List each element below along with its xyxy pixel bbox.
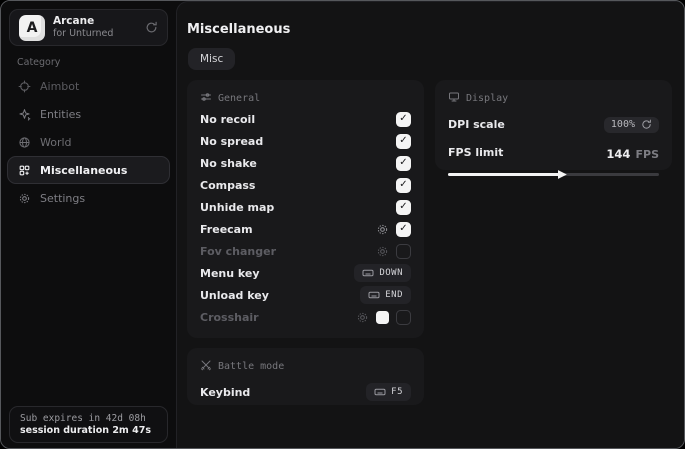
general-card-header: General <box>200 91 411 106</box>
setting-label: Keybind <box>200 386 250 399</box>
menu-keybind-button[interactable]: DOWN <box>354 264 411 282</box>
unload-keybind-button[interactable]: END <box>360 286 411 304</box>
crosshair-icon <box>18 80 31 93</box>
dpi-scale-button[interactable]: 100% <box>604 117 659 133</box>
setting-label: Crosshair <box>200 311 259 324</box>
crosshair-color-swatch[interactable] <box>376 311 389 324</box>
unhide-map-checkbox[interactable] <box>396 200 411 215</box>
app-window: A Arcane for Unturned Category <box>0 0 685 449</box>
freecam-checkbox[interactable] <box>396 222 411 237</box>
setting-row-fov-changer: Fov changer <box>200 240 411 262</box>
fov-changer-checkbox[interactable] <box>396 244 411 259</box>
fps-limit-slider[interactable] <box>448 170 659 179</box>
grid-icon <box>18 164 31 177</box>
general-card: General No recoil No spread No shake Com… <box>187 80 424 338</box>
subscription-status-card: Sub expires in 42d 08h session duration … <box>9 406 168 443</box>
sidebar-item-label: World <box>40 136 72 149</box>
sidebar-item-world[interactable]: World <box>7 128 170 156</box>
setting-label: Menu key <box>200 267 260 280</box>
slider-thumb[interactable] <box>558 170 567 179</box>
tab-misc[interactable]: Misc <box>188 48 235 70</box>
keybind-value: F5 <box>391 387 403 397</box>
fov-changer-settings-gear-icon[interactable] <box>376 245 389 258</box>
sidebar-item-miscellaneous[interactable]: Miscellaneous <box>7 156 170 184</box>
app-title: Arcane <box>53 15 113 28</box>
setting-row-compass: Compass <box>200 174 411 196</box>
setting-label: No shake <box>200 157 257 170</box>
app-subtitle: for Unturned <box>53 28 113 40</box>
battle-mode-card: Battle mode Keybind F5 <box>187 348 424 405</box>
setting-label: No spread <box>200 135 263 148</box>
setting-row-freecam: Freecam <box>200 218 411 240</box>
battle-mode-card-header: Battle mode <box>200 359 411 374</box>
general-card-title: General <box>218 93 260 104</box>
setting-row-no-spread: No spread <box>200 130 411 152</box>
setting-label: Compass <box>200 179 255 192</box>
globe-icon <box>18 136 31 149</box>
sidebar: A Arcane for Unturned Category <box>1 1 176 448</box>
sidebar-item-entities[interactable]: Entities <box>7 100 170 128</box>
sidebar-item-aimbot[interactable]: Aimbot <box>7 72 170 100</box>
battle-mode-card-title: Battle mode <box>218 361 284 372</box>
setting-row-keybind: Keybind F5 <box>200 383 411 401</box>
battle-keybind-button[interactable]: F5 <box>366 383 411 401</box>
gear-icon <box>18 192 31 205</box>
monitor-icon <box>448 91 460 106</box>
refresh-icon <box>641 119 652 130</box>
app-logo: A <box>19 15 45 41</box>
setting-label: Fov changer <box>200 245 276 258</box>
slider-fill <box>448 173 560 176</box>
category-nav: Aimbot Entities World <box>7 72 170 212</box>
setting-label: Freecam <box>200 223 253 236</box>
sidebar-item-label: Aimbot <box>40 80 79 93</box>
keyboard-icon <box>374 386 386 398</box>
keyboard-icon <box>362 267 374 279</box>
crosshair-checkbox[interactable] <box>396 310 411 325</box>
sub-expiry-text: Sub expires in 42d 08h <box>20 413 157 424</box>
fps-limit-value: 144 <box>606 147 630 161</box>
logo-card: A Arcane for Unturned <box>9 9 168 46</box>
no-recoil-checkbox[interactable] <box>396 112 411 127</box>
setting-row-dpi-scale: DPI scale 100% <box>448 115 659 134</box>
setting-row-no-shake: No shake <box>200 152 411 174</box>
display-card-title: Display <box>466 93 508 104</box>
setting-row-unload-key: Unload key END <box>200 284 411 306</box>
keybind-value: DOWN <box>379 268 403 278</box>
setting-label: No recoil <box>200 113 255 126</box>
setting-row-fps-limit: FPS limit 144 FPS <box>448 143 659 162</box>
category-label: Category <box>17 57 60 68</box>
sidebar-item-label: Entities <box>40 108 81 121</box>
session-duration-text: session duration 2m 47s <box>20 425 157 436</box>
main-panel: Miscellaneous Misc General No recoil <box>176 1 684 448</box>
display-card: Display DPI scale 100% FPS limit 144 FPS <box>435 80 672 170</box>
compass-checkbox[interactable] <box>396 178 411 193</box>
sparkle-icon <box>18 108 31 121</box>
setting-label: DPI scale <box>448 118 505 131</box>
swords-icon <box>200 359 212 374</box>
setting-row-crosshair: Crosshair <box>200 306 411 328</box>
no-shake-checkbox[interactable] <box>396 156 411 171</box>
sidebar-item-label: Miscellaneous <box>40 164 127 177</box>
sidebar-item-settings[interactable]: Settings <box>7 184 170 212</box>
sliders-icon <box>200 91 212 106</box>
setting-label: Unload key <box>200 289 269 302</box>
fps-limit-unit: FPS <box>636 148 660 161</box>
keyboard-icon <box>368 289 380 301</box>
setting-label: Unhide map <box>200 201 274 214</box>
crosshair-settings-gear-icon[interactable] <box>356 311 369 324</box>
sidebar-item-label: Settings <box>40 192 85 205</box>
setting-label: FPS limit <box>448 146 503 159</box>
freecam-settings-gear-icon[interactable] <box>376 223 389 236</box>
dpi-scale-value: 100% <box>611 119 635 130</box>
no-spread-checkbox[interactable] <box>396 134 411 149</box>
setting-row-unhide-map: Unhide map <box>200 196 411 218</box>
setting-row-no-recoil: No recoil <box>200 108 411 130</box>
refresh-icon[interactable] <box>145 21 158 34</box>
keybind-value: END <box>385 290 403 300</box>
setting-row-menu-key: Menu key DOWN <box>200 262 411 284</box>
display-card-header: Display <box>448 91 659 106</box>
page-title: Miscellaneous <box>187 22 290 37</box>
